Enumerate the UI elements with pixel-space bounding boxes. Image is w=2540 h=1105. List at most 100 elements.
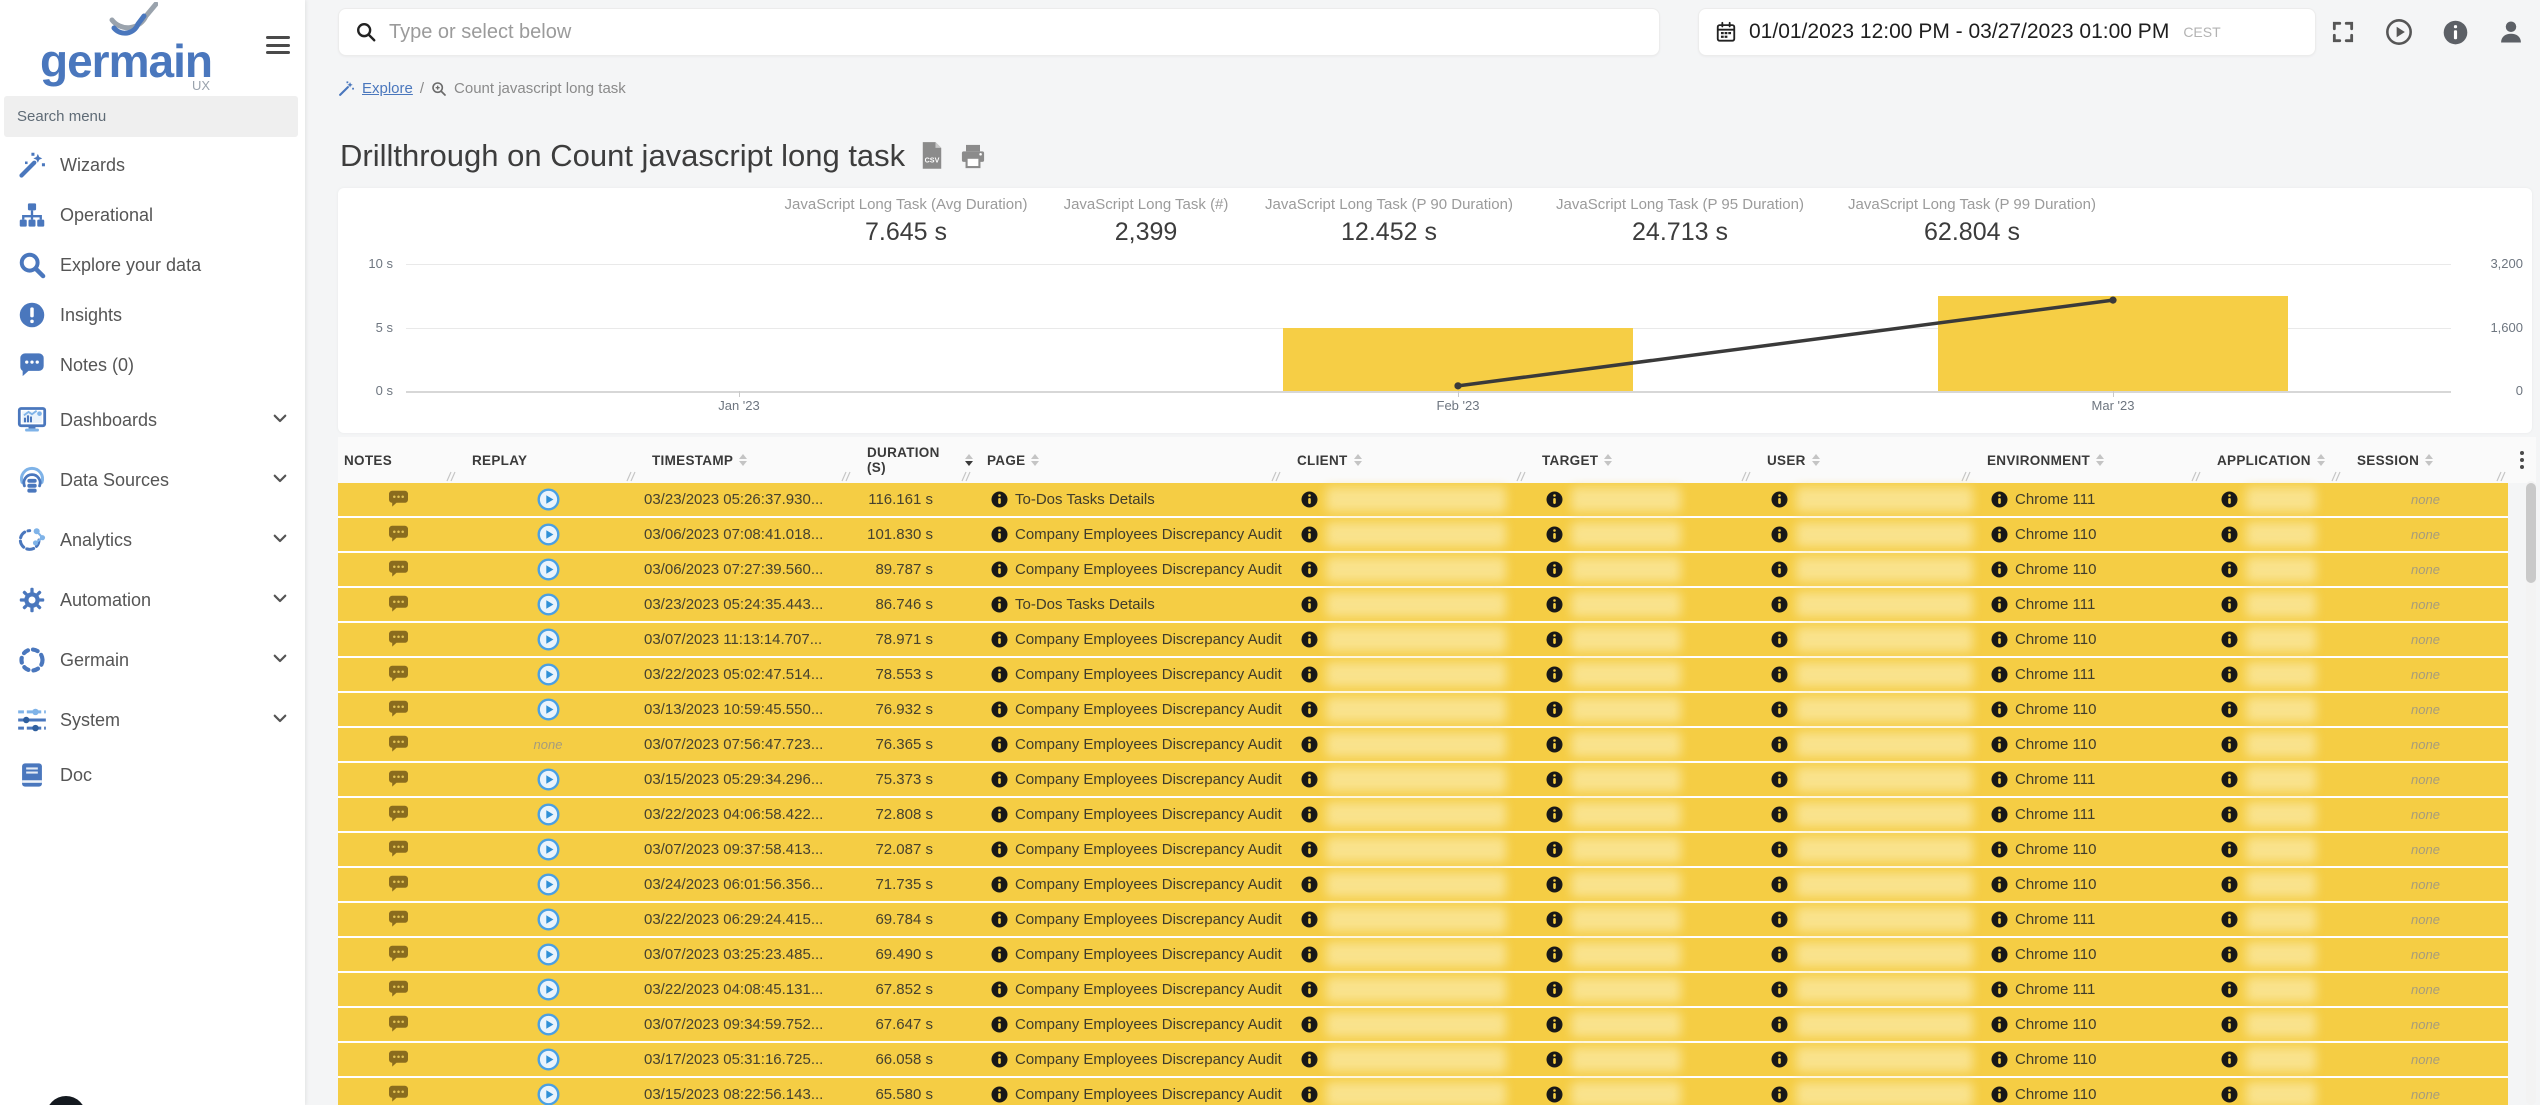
info-icon[interactable] — [1546, 806, 1563, 823]
cell-target[interactable] — [1528, 693, 1753, 726]
app-logo[interactable]: germain UX — [0, 0, 240, 95]
sort-arrows-icon[interactable] — [1604, 454, 1613, 466]
info-icon[interactable] — [991, 1016, 1008, 1033]
info-icon[interactable] — [2221, 981, 2238, 998]
info-icon[interactable] — [1301, 701, 1318, 718]
cell-page[interactable]: Company Employees Discrepancy Audit — [973, 518, 1283, 551]
cell-notes[interactable] — [338, 763, 458, 796]
info-icon[interactable] — [1546, 841, 1563, 858]
info-icon[interactable] — [1546, 701, 1563, 718]
table-row[interactable]: 03/15/2023 08:22:56.143... 65.580 s Compan… — [338, 1078, 2508, 1105]
cell-target[interactable] — [1528, 518, 1753, 551]
note-comment-icon[interactable] — [388, 700, 409, 719]
info-icon[interactable] — [1991, 631, 2008, 648]
cell-application[interactable] — [2203, 763, 2343, 796]
cell-page[interactable]: Company Employees Discrepancy Audit — [973, 658, 1283, 691]
sort-arrows-icon[interactable] — [739, 454, 748, 466]
export-csv-icon[interactable]: CSV — [919, 141, 945, 171]
cell-application[interactable] — [2203, 903, 2343, 936]
cell-environment[interactable]: Chrome 111 — [1973, 798, 2203, 831]
column-resize-grip[interactable] — [2190, 471, 2201, 482]
sidebar-item-wizards[interactable]: Wizards — [0, 140, 305, 190]
cell-target[interactable] — [1528, 728, 1753, 761]
column-header-client[interactable]: CLIENT — [1283, 437, 1528, 483]
replay-play-icon[interactable] — [537, 1083, 560, 1105]
column-resize-grip[interactable] — [2495, 471, 2506, 482]
replay-play-icon[interactable] — [536, 908, 560, 931]
column-header-timestamp[interactable]: TIMESTAMP — [638, 437, 853, 483]
cell-replay[interactable] — [458, 693, 638, 726]
info-icon[interactable] — [1546, 981, 1563, 998]
sort-arrows-icon[interactable] — [1031, 454, 1040, 466]
cell-user[interactable] — [1753, 518, 1973, 551]
note-comment-icon[interactable] — [388, 490, 409, 509]
cell-user[interactable] — [1753, 693, 1973, 726]
table-row[interactable]: 03/06/2023 07:08:41.018... 101.830 s Compa… — [338, 518, 2508, 553]
info-icon[interactable] — [1546, 491, 1563, 508]
info-icon[interactable] — [2221, 666, 2238, 683]
info-icon[interactable] — [1991, 946, 2008, 963]
cell-environment[interactable]: Chrome 111 — [1973, 973, 2203, 1006]
info-icon[interactable] — [1991, 701, 2008, 718]
cell-user[interactable] — [1753, 553, 1973, 586]
cell-notes[interactable] — [338, 1078, 458, 1105]
replay-play-icon[interactable] — [536, 978, 560, 1001]
column-resize-grip[interactable] — [1960, 471, 1971, 482]
cell-client[interactable] — [1283, 1078, 1528, 1105]
cell-client[interactable] — [1283, 763, 1528, 796]
info-icon[interactable] — [1546, 911, 1563, 928]
replay-play-icon[interactable] — [536, 838, 560, 861]
info-icon[interactable] — [1771, 841, 1788, 858]
table-row[interactable]: 03/07/2023 03:25:23.485... 69.490 s Compan… — [338, 938, 2508, 973]
cell-environment[interactable]: Chrome 111 — [1973, 658, 2203, 691]
sort-arrows-icon[interactable] — [2425, 454, 2434, 466]
note-comment-icon[interactable] — [388, 735, 409, 754]
cell-page[interactable]: Company Employees Discrepancy Audit — [973, 553, 1283, 586]
cell-application[interactable] — [2203, 483, 2343, 516]
cell-user[interactable] — [1753, 1078, 1973, 1105]
replay-all-button[interactable] — [2383, 16, 2415, 48]
info-icon[interactable] — [1771, 526, 1788, 543]
cell-notes[interactable] — [338, 658, 458, 691]
note-comment-icon[interactable] — [388, 840, 409, 859]
info-icon[interactable] — [1301, 841, 1318, 858]
info-icon[interactable] — [1771, 631, 1788, 648]
cell-replay[interactable] — [458, 938, 638, 971]
cell-application[interactable] — [2203, 728, 2343, 761]
sort-arrows-icon[interactable] — [2316, 454, 2325, 466]
info-icon[interactable] — [1991, 1086, 2008, 1103]
info-icon[interactable] — [1771, 981, 1788, 998]
cell-application[interactable] — [2203, 868, 2343, 901]
info-icon[interactable] — [1771, 1016, 1788, 1033]
column-resize-grip[interactable] — [840, 471, 851, 482]
info-icon[interactable] — [2221, 946, 2238, 963]
info-icon[interactable] — [991, 946, 1008, 963]
cell-target[interactable] — [1528, 483, 1753, 516]
cell-page[interactable]: Company Employees Discrepancy Audit — [973, 798, 1283, 831]
cell-replay[interactable] — [458, 763, 638, 796]
note-comment-icon[interactable] — [388, 665, 409, 684]
replay-play-icon[interactable] — [536, 943, 560, 966]
sidebar-item-explore-your-data[interactable]: Explore your data — [0, 240, 305, 290]
cell-notes[interactable] — [338, 938, 458, 971]
cell-environment[interactable]: Chrome 111 — [1973, 903, 2203, 936]
cell-page[interactable]: Company Employees Discrepancy Audit — [973, 868, 1283, 901]
sort-arrows-icon[interactable] — [1811, 454, 1820, 466]
note-comment-icon[interactable] — [388, 910, 409, 929]
cell-notes[interactable] — [338, 553, 458, 586]
cell-notes[interactable] — [338, 693, 458, 726]
cell-client[interactable] — [1283, 833, 1528, 866]
cell-page[interactable]: Company Employees Discrepancy Audit — [973, 903, 1283, 936]
cell-replay[interactable] — [458, 833, 638, 866]
info-icon[interactable] — [1771, 561, 1788, 578]
cell-target[interactable] — [1528, 763, 1753, 796]
info-icon[interactable] — [1771, 911, 1788, 928]
cell-target[interactable] — [1528, 588, 1753, 621]
info-icon[interactable] — [991, 1051, 1008, 1068]
info-icon[interactable] — [991, 701, 1008, 718]
cell-client[interactable] — [1283, 553, 1528, 586]
cell-environment[interactable]: Chrome 110 — [1973, 868, 2203, 901]
info-icon[interactable] — [1771, 946, 1788, 963]
cell-target[interactable] — [1528, 868, 1753, 901]
info-icon[interactable] — [1301, 771, 1318, 788]
